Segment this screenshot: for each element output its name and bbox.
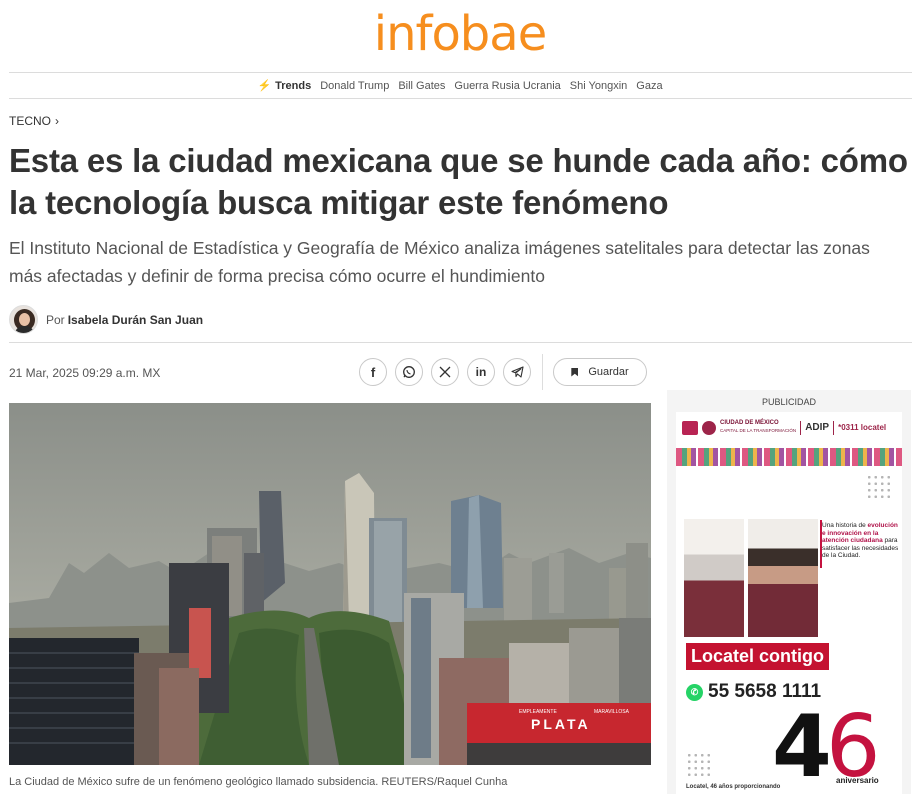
- ad-locatel-code: *0311 locatel: [838, 423, 887, 432]
- ad-dots-decoration: [866, 474, 892, 500]
- flower-logo-icon: [702, 420, 716, 435]
- ad-text-1: Una historia de: [822, 522, 866, 529]
- header-divider-top: [9, 72, 912, 73]
- ad-label: PUBLICIDAD: [761, 397, 816, 407]
- sign-right-text: MARAVILLOSA: [594, 709, 630, 715]
- ad-number-4: 4: [772, 697, 832, 794]
- ad-dots-decoration: [686, 752, 712, 778]
- header-divider-bottom: [9, 98, 912, 99]
- ad-city: CIUDAD DE MÉXICO: [720, 420, 779, 426]
- save-label: Guardar: [588, 366, 629, 378]
- ad-city-sub: CAPITAL DE LA TRANSFORMACIÓN: [720, 428, 797, 433]
- ad-decorative-stripe: [676, 448, 902, 466]
- author-avatar[interactable]: [9, 305, 38, 334]
- facebook-icon[interactable]: f: [359, 358, 387, 386]
- infobae-logo[interactable]: infobae: [0, 6, 920, 62]
- trend-link-gaza[interactable]: Gaza: [636, 80, 662, 92]
- author-prefix: Por: [46, 312, 65, 327]
- byline-divider: [9, 342, 912, 343]
- trend-link-guerra-rusia-ucrania[interactable]: Guerra Rusia Ucrania: [454, 80, 560, 92]
- ad-adip: ADIP: [805, 422, 830, 433]
- ad-photo-operator: [748, 519, 818, 637]
- section-label[interactable]: TECNO: [9, 114, 51, 128]
- trend-link-donald-trump[interactable]: Donald Trump: [320, 80, 389, 92]
- article-main-image[interactable]: EMPLEAMENTE PLATA MARAVILLOSA: [9, 403, 651, 765]
- lightning-icon: ⚡: [257, 80, 272, 92]
- linkedin-icon[interactable]: in: [467, 358, 495, 386]
- trend-link-bill-gates[interactable]: Bill Gates: [398, 80, 445, 92]
- ad-banner[interactable]: CIUDAD DE MÉXICO CAPITAL DE LA TRANSFORMA…: [676, 412, 902, 794]
- article-headline: Esta es la ciudad mexicana que se hunde …: [9, 142, 908, 221]
- ad-footer-text: Locatel, 46 años proporcionando: [686, 784, 781, 790]
- advertisement: PUBLICIDAD CIUDAD DE MÉXICO CAPITAL DE LA…: [667, 390, 911, 794]
- whatsapp-icon[interactable]: [395, 358, 423, 386]
- article-subtitle: El Instituto Nacional de Estadística y G…: [9, 238, 870, 286]
- chevron-right-icon: ›: [55, 114, 59, 128]
- telegram-icon[interactable]: [503, 358, 531, 386]
- ad-description: Una historia de evolución e innovación e…: [822, 522, 900, 560]
- ad-locatel-contigo: Locatel contigo: [686, 643, 830, 670]
- x-icon[interactable]: [431, 358, 459, 386]
- author-byline: Por Isabela Durán San Juan: [9, 305, 203, 334]
- share-buttons: f in: [359, 358, 531, 386]
- trends-label: Trends: [275, 79, 312, 92]
- ad-photo-operators: [684, 519, 744, 637]
- save-button[interactable]: Guardar: [553, 358, 647, 386]
- section-breadcrumb[interactable]: TECNO ›: [9, 114, 59, 128]
- author-name[interactable]: Isabela Durán San Juan: [68, 313, 203, 327]
- bookmark-icon: [571, 367, 579, 377]
- publish-date: 21 Mar, 2025 09:29 a.m. MX: [9, 366, 161, 380]
- whatsapp-icon: ✆: [686, 683, 703, 701]
- sign-left-text: EMPLEAMENTE: [519, 709, 557, 715]
- ad-anniversary-label: aniversario: [836, 776, 879, 785]
- trend-link-shi-yongxin[interactable]: Shi Yongxin: [570, 80, 628, 92]
- ad-header: CIUDAD DE MÉXICO CAPITAL DE LA TRANSFORMA…: [682, 420, 886, 435]
- cdmx-seal-icon: [682, 420, 698, 435]
- plata-sign-text: PLATA: [531, 716, 591, 732]
- trends-bar: ⚡ Trends Donald Trump Bill Gates Guerra …: [0, 79, 920, 93]
- toolbar-separator: [542, 354, 543, 390]
- image-caption: La Ciudad de México sufre de un fenómeno…: [9, 776, 508, 788]
